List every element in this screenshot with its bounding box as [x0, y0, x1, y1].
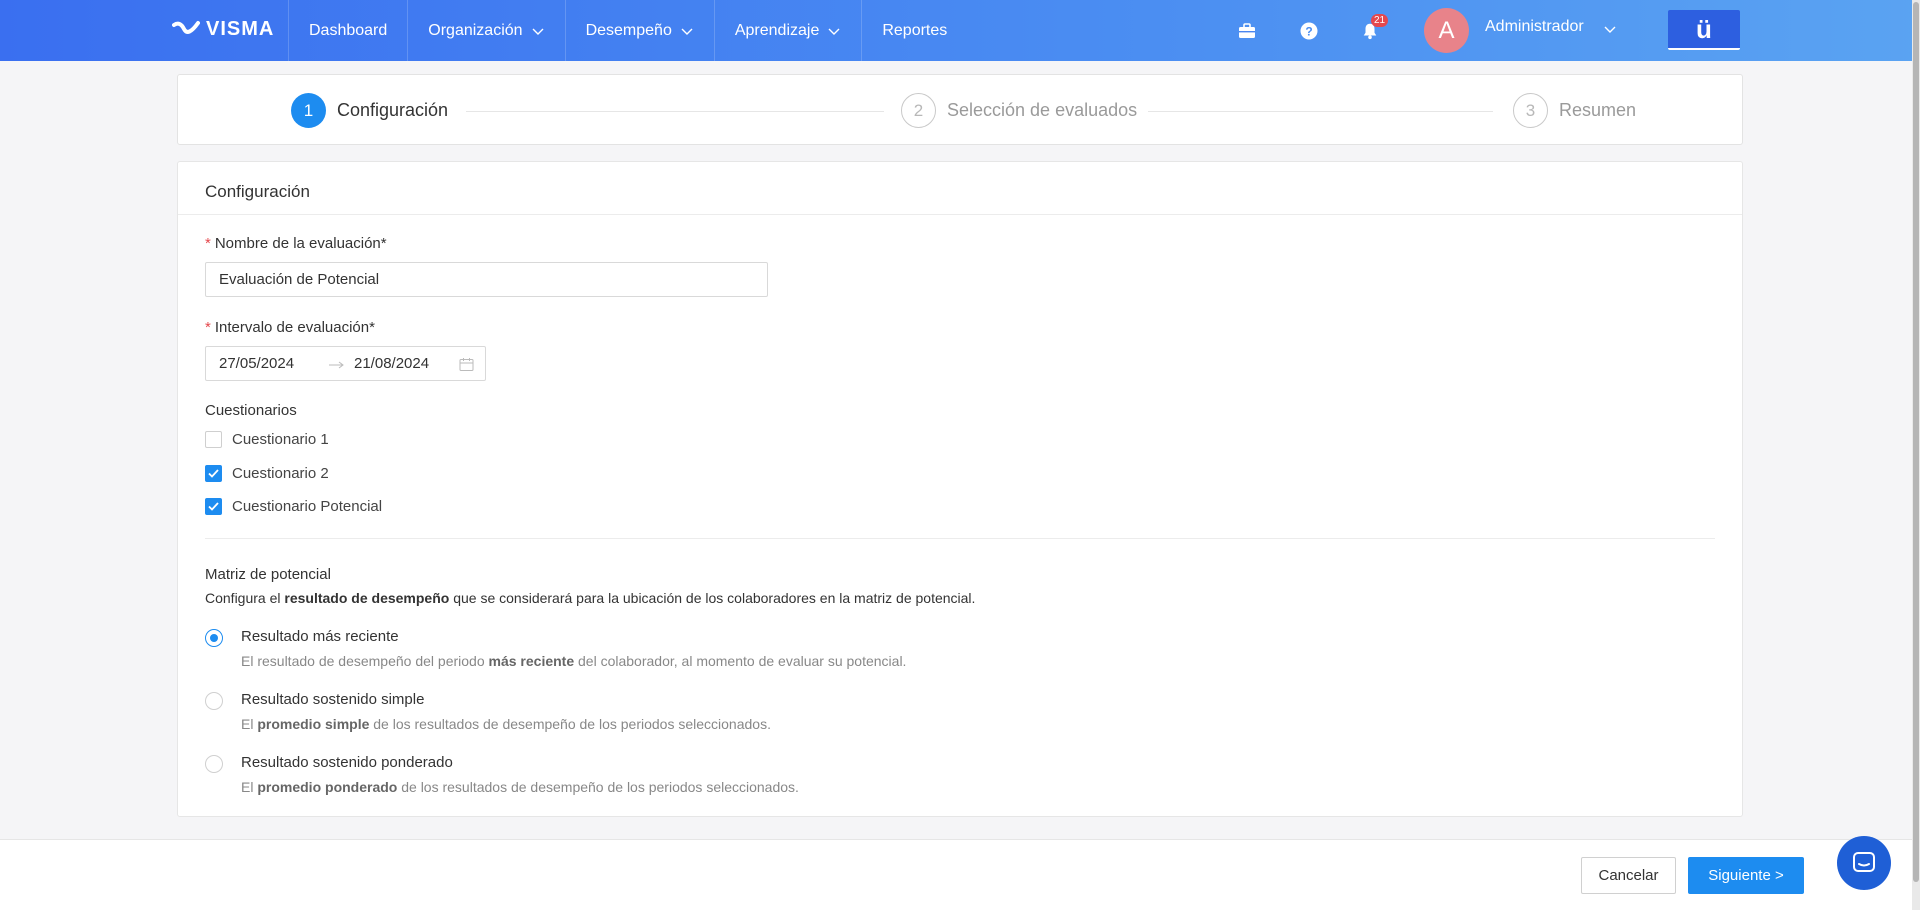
- chat-icon: [1853, 852, 1875, 872]
- evaluation-name-label-text: Nombre de la evaluación*: [214, 235, 387, 252]
- questionnaire-checkbox-1[interactable]: Cuestionario 1: [205, 431, 329, 448]
- option-title: Resultado sostenido simple: [241, 691, 425, 708]
- option-description: El promedio ponderado de los resultados …: [241, 779, 799, 795]
- check-icon: [208, 502, 219, 511]
- visma-swoosh-icon: [172, 20, 200, 34]
- radio-button[interactable]: [205, 755, 223, 773]
- matrix-title: Matriz de potencial: [205, 566, 331, 583]
- bell-icon[interactable]: 21: [1358, 14, 1389, 43]
- nav-desempeno-label: Desempeño: [585, 21, 672, 39]
- matrix-desc-prefix: Configura el: [205, 590, 285, 606]
- help-icon[interactable]: ?: [1297, 19, 1321, 43]
- wizard-steps: 1 Configuración 2 Selección de evaluados…: [177, 74, 1743, 145]
- brand-name: VISMA: [206, 18, 275, 40]
- step-resumen: 3 Resumen: [1513, 93, 1636, 128]
- evaluation-name-input[interactable]: Evaluación de Potencial: [205, 262, 768, 297]
- option-desc-suffix: de los resultados de desempeño de los pe…: [397, 779, 799, 795]
- step-label: Resumen: [1559, 100, 1637, 120]
- nav-aprendizaje[interactable]: Aprendizaje: [713, 0, 862, 61]
- nav-desempeno[interactable]: Desempeño: [564, 0, 714, 61]
- step-number: 2: [901, 93, 936, 128]
- nav-aprendizaje-label: Aprendizaje: [734, 21, 820, 39]
- card-title: Configuración: [178, 162, 1742, 215]
- nav-reportes[interactable]: Reportes: [861, 0, 967, 61]
- option-desc-suffix: del colaborador, al momento de evaluar s…: [574, 653, 907, 669]
- end-date-input[interactable]: 21/08/2024: [354, 355, 429, 372]
- start-date-input[interactable]: 27/05/2024: [219, 355, 294, 372]
- nav-reportes-label: Reportes: [882, 21, 948, 39]
- step-seleccion-evaluados: 2 Selección de evaluados: [901, 93, 1137, 128]
- option-title: Resultado sostenido ponderado: [241, 754, 453, 771]
- date-range-picker[interactable]: 27/05/2024 21/08/2024: [205, 346, 486, 381]
- configuration-card: Configuración * Nombre de la evaluación* …: [177, 161, 1743, 817]
- briefcase-icon[interactable]: [1235, 19, 1259, 43]
- checkbox[interactable]: [205, 431, 222, 448]
- option-desc-prefix: El: [241, 779, 258, 795]
- questionnaire-label: Cuestionario Potencial: [232, 498, 383, 515]
- nav-dashboard-label: Dashboard: [309, 21, 388, 39]
- app-switch-label: ü: [1696, 13, 1712, 44]
- step-connector: [1148, 111, 1493, 112]
- section-divider: [205, 538, 1715, 539]
- arrow-right-icon: [329, 361, 344, 369]
- cancel-button[interactable]: Cancelar: [1581, 857, 1676, 894]
- matrix-desc-bold: resultado de desempeño: [284, 590, 450, 606]
- step-number: 1: [291, 93, 326, 128]
- option-desc-bold: promedio ponderado: [257, 779, 398, 795]
- step-number: 3: [1513, 93, 1548, 128]
- chevron-down-icon: [532, 28, 544, 35]
- nav-organizacion[interactable]: Organización: [407, 0, 564, 61]
- scrollbar-thumb[interactable]: [1913, 2, 1919, 882]
- top-navigation-bar: VISMA Dashboard Organización Desempeño A…: [0, 0, 1920, 61]
- main-nav: Dashboard Organización Desempeño Aprendi…: [288, 0, 967, 61]
- evaluation-name-label: * Nombre de la evaluación*: [205, 235, 387, 252]
- evaluation-interval-label-text: Intervalo de evaluación*: [214, 319, 375, 336]
- visma-logo[interactable]: VISMA: [172, 18, 274, 41]
- notification-count-badge: 21: [1371, 14, 1389, 27]
- step-label: Configuración: [337, 100, 449, 120]
- chevron-down-icon: [828, 28, 840, 35]
- chevron-down-icon: [681, 28, 693, 35]
- evaluation-interval-label: * Intervalo de evaluación*: [205, 319, 375, 336]
- avatar[interactable]: A: [1424, 8, 1469, 53]
- checkbox[interactable]: [205, 498, 222, 515]
- page-scrollbar[interactable]: [1912, 0, 1920, 910]
- questionnaires-title: Cuestionarios: [205, 402, 297, 419]
- option-desc-suffix: de los resultados de desempeño de los pe…: [369, 716, 771, 732]
- option-desc-prefix: El: [241, 716, 258, 732]
- chevron-down-icon[interactable]: [1603, 22, 1617, 36]
- required-marker: *: [205, 235, 211, 252]
- nav-organizacion-label: Organización: [428, 21, 523, 39]
- next-button[interactable]: Siguiente >: [1688, 857, 1804, 894]
- svg-text:?: ?: [1305, 25, 1312, 39]
- matrix-desc-suffix: que se considerará para la ubicación de …: [449, 590, 976, 606]
- app-switch-button[interactable]: ü: [1668, 10, 1740, 50]
- questionnaire-label: Cuestionario 1: [232, 431, 329, 448]
- option-description: El promedio simple de los resultados de …: [241, 716, 771, 732]
- radio-button[interactable]: [205, 692, 223, 710]
- chat-button[interactable]: [1837, 836, 1891, 890]
- radio-button[interactable]: [205, 629, 223, 647]
- checkbox[interactable]: [205, 465, 222, 482]
- step-label: Selección de evaluados: [947, 100, 1138, 120]
- option-desc-prefix: El resultado de desempeño del periodo: [241, 653, 489, 669]
- option-title: Resultado más reciente: [241, 628, 399, 645]
- check-icon: [208, 469, 219, 478]
- matrix-description: Configura el resultado de desempeño que …: [205, 590, 975, 606]
- option-description: El resultado de desempeño del periodo má…: [241, 653, 906, 669]
- option-desc-bold: promedio simple: [257, 716, 370, 732]
- user-name[interactable]: Administrador: [1485, 18, 1584, 36]
- questionnaire-checkbox-potencial[interactable]: Cuestionario Potencial: [205, 498, 382, 515]
- nav-dashboard[interactable]: Dashboard: [288, 0, 407, 61]
- option-desc-bold: más reciente: [488, 653, 575, 669]
- questionnaire-label: Cuestionario 2: [232, 465, 329, 482]
- step-configuracion: 1 Configuración: [291, 93, 448, 128]
- avatar-letter: A: [1438, 16, 1455, 44]
- step-connector: [466, 111, 884, 112]
- calendar-icon[interactable]: [459, 357, 474, 372]
- required-marker: *: [205, 319, 211, 336]
- questionnaire-checkbox-2[interactable]: Cuestionario 2: [205, 465, 329, 482]
